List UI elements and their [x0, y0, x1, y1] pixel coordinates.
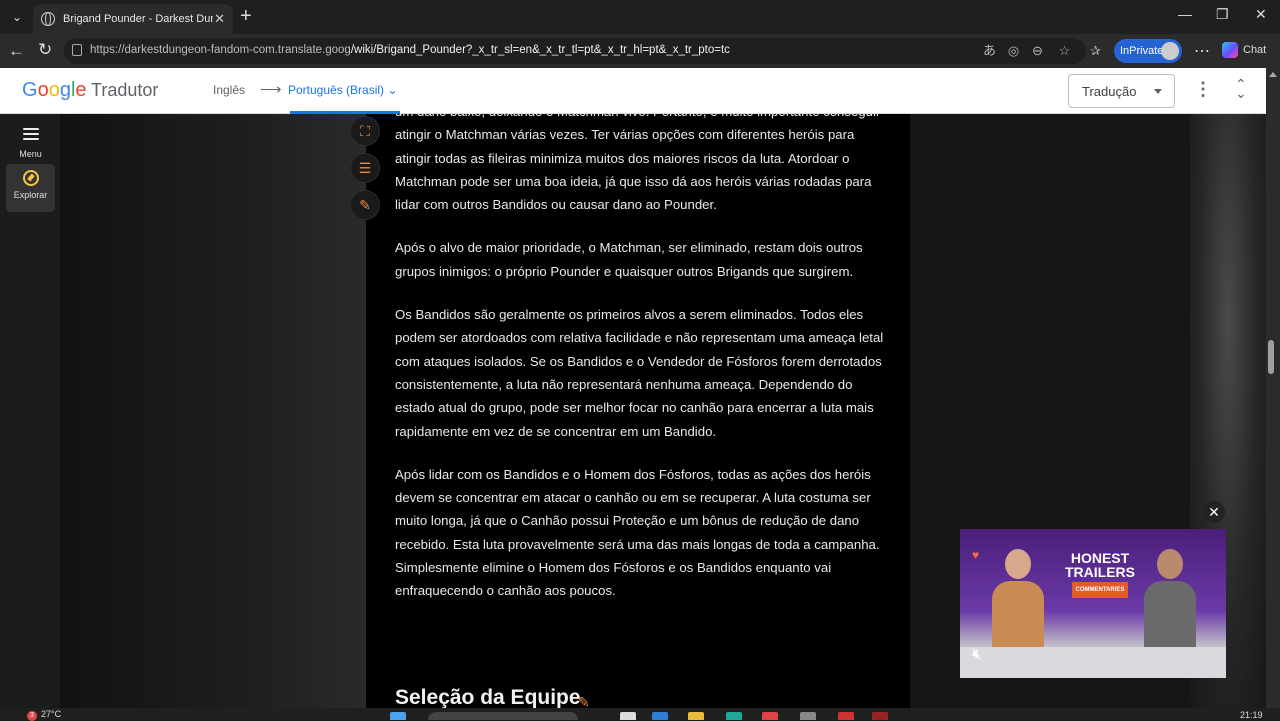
- temperature: 27°C: [41, 709, 62, 719]
- tab-close-icon[interactable]: ✕: [214, 11, 225, 27]
- translation-mode-label: Tradução: [1082, 84, 1137, 99]
- google-logo: Google: [22, 79, 87, 102]
- video-close-button[interactable]: ✕: [1203, 501, 1225, 523]
- video-title-line2: TRAILERS: [1065, 564, 1135, 580]
- article-paragraph: Após lidar com os Bandidos e o Homem dos…: [395, 466, 880, 599]
- red-app-icon-2[interactable]: [838, 712, 854, 720]
- dark-red-app-icon[interactable]: [872, 712, 888, 720]
- tab-strip: ⌄ Brigand Pounder - Darkest Dungeon ✕ + …: [0, 0, 1280, 34]
- app-icon[interactable]: [800, 712, 816, 720]
- minimize-button[interactable]: —: [1178, 6, 1192, 22]
- section-edit-icon[interactable]: ✎: [578, 694, 590, 708]
- video-subtitle: COMMENTARIES: [1071, 582, 1129, 598]
- article-text: um dano baixo, deixando o Matchman vivo.…: [395, 114, 887, 623]
- google-logo-letter: G: [22, 79, 38, 101]
- url-path: /wiki/Brigand_Pounder?_x_tr_sl=en&_x_tr_…: [350, 44, 730, 56]
- source-language[interactable]: Inglês: [213, 83, 245, 97]
- rail-menu-label: Menu: [19, 149, 42, 159]
- tab-title: Brigand Pounder - Darkest Dungeon: [63, 13, 213, 25]
- file-explorer-icon[interactable]: [688, 712, 704, 720]
- video-person-right: [1140, 549, 1200, 651]
- reload-button[interactable]: ↻: [38, 40, 52, 60]
- url-host: https://darkestdungeon-fandom-com.transl…: [90, 44, 351, 56]
- new-tab-button[interactable]: +: [240, 5, 252, 28]
- google-logo-letter: e: [75, 79, 87, 101]
- favorite-star-icon[interactable]: ☆: [1057, 43, 1072, 58]
- google-logo-letter: o: [37, 79, 49, 101]
- rail-menu-button[interactable]: Menu: [6, 120, 55, 160]
- section-heading: Seleção da Equipe: [395, 686, 581, 708]
- heart-icon: ♥: [972, 548, 980, 562]
- hamburger-menu-icon: [23, 128, 39, 142]
- favorites-icon[interactable]: ✰: [1088, 43, 1103, 58]
- windows-taskbar: [0, 708, 1280, 720]
- muted-speaker-icon[interactable]: 🔇︎: [972, 646, 992, 666]
- globe-icon: [41, 12, 55, 26]
- inprivate-badge[interactable]: InPrivate: [1114, 39, 1182, 63]
- edge-icon[interactable]: [652, 712, 668, 720]
- weather-widget[interactable]: 3 27°C: [27, 709, 61, 721]
- floating-video-player[interactable]: HONEST TRAILERS COMMENTARIES: [960, 529, 1226, 678]
- browser-menu-icon[interactable]: ⋯: [1194, 41, 1210, 61]
- maximize-button[interactable]: ❐: [1216, 6, 1229, 23]
- collapse-bar-icon[interactable]: ⌃ ⌄: [1235, 77, 1247, 100]
- more-options-icon[interactable]: ⋮: [1194, 79, 1212, 100]
- target-language-dropdown[interactable]: Português (Brasil) ⌄: [288, 83, 397, 97]
- fandom-left-rail: Menu Explorar: [0, 114, 60, 708]
- compass-icon: [22, 170, 39, 186]
- task-view-icon[interactable]: [620, 712, 636, 720]
- copilot-icon: [1222, 42, 1238, 58]
- article-paragraph: Os Bandidos são geralmente os primeiros …: [395, 307, 884, 439]
- chat-label: Chat: [1243, 44, 1267, 56]
- google-logo-letter: g: [59, 79, 71, 101]
- url-text[interactable]: https://darkestdungeon-fandom-com.transl…: [90, 44, 730, 56]
- video-person-left: [990, 549, 1046, 651]
- page-scrollbar[interactable]: [1266, 68, 1280, 708]
- address-bar-row: ← ↻ https://darkestdungeon-fandom-com.tr…: [0, 34, 1280, 68]
- start-icon[interactable]: [390, 712, 406, 720]
- rail-explore-button[interactable]: Explorar: [6, 164, 55, 212]
- caret-down-icon: [1154, 89, 1162, 94]
- tab-actions-menu-button[interactable]: ⌄: [6, 7, 28, 27]
- language-arrow-icon: ⟶: [260, 81, 282, 98]
- translation-mode-select[interactable]: Tradução: [1068, 74, 1175, 108]
- active-tab[interactable]: Brigand Pounder - Darkest Dungeon ✕: [33, 4, 233, 34]
- extension-icon[interactable]: ⊖: [1030, 43, 1045, 58]
- lock-icon[interactable]: [72, 44, 82, 56]
- browser-app-icon[interactable]: [726, 712, 742, 720]
- google-logo-letter: o: [48, 79, 60, 101]
- profile-avatar: [1161, 42, 1179, 60]
- close-window-button[interactable]: ✕: [1255, 6, 1267, 23]
- google-translate-bar: Google Tradutor Inglês ⟶ Português (Bras…: [0, 68, 1266, 114]
- copilot-chat-button[interactable]: Chat: [1222, 42, 1266, 58]
- edit-pencil-icon[interactable]: ✎: [350, 190, 380, 220]
- fullscreen-icon[interactable]: ⛶: [350, 116, 380, 146]
- inprivate-label: InPrivate: [1120, 45, 1164, 57]
- table-of-contents-icon[interactable]: ☰: [350, 153, 380, 183]
- scroll-up-arrow-icon[interactable]: [1269, 72, 1277, 77]
- video-desk: [960, 647, 1226, 678]
- scrollbar-thumb[interactable]: [1268, 340, 1274, 374]
- red-app-icon[interactable]: [762, 712, 778, 720]
- article-paragraph: Após o alvo de maior prioridade, o Match…: [395, 240, 863, 279]
- back-button[interactable]: ←: [8, 41, 25, 61]
- article-paragraph: um dano baixo, deixando o Matchman vivo.…: [395, 114, 880, 213]
- url-field[interactable]: https://darkestdungeon-fandom-com.transl…: [64, 38, 1086, 64]
- background-art-left: [60, 114, 365, 708]
- translate-product-label: Tradutor: [91, 80, 159, 100]
- taskbar-clock[interactable]: 21:19: [1240, 710, 1263, 720]
- translate-icon[interactable]: あ: [982, 43, 997, 58]
- taskbar-search-box[interactable]: [428, 712, 578, 720]
- video-title-line1: HONEST: [1070, 550, 1130, 566]
- video-title-card: HONEST TRAILERS COMMENTARIES: [1060, 551, 1140, 598]
- tracking-prevention-icon[interactable]: ◎: [1006, 43, 1021, 58]
- rail-explore-label: Explorar: [13, 190, 48, 200]
